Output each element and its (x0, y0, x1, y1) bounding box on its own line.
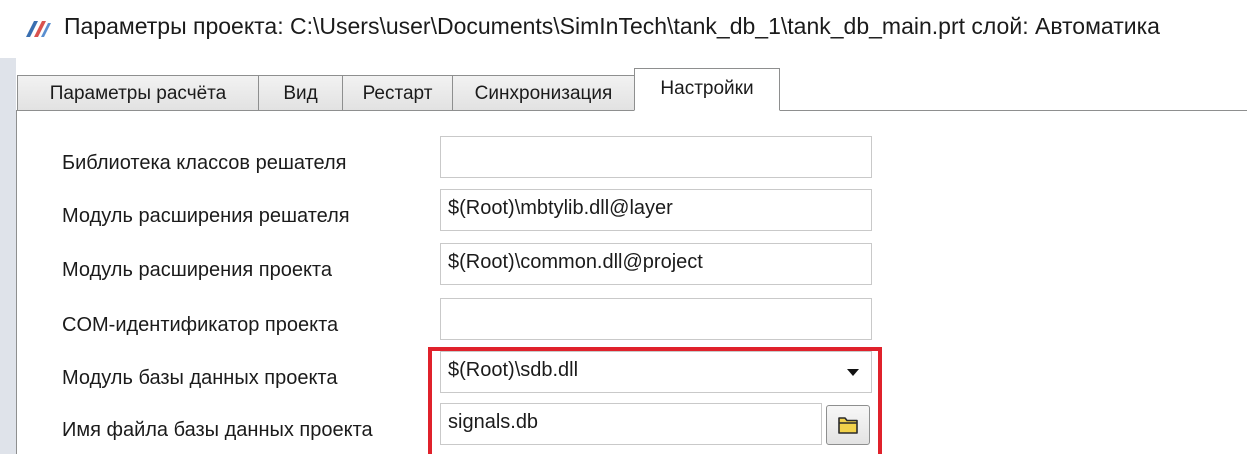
tab-calculation-params[interactable]: Параметры расчёта (17, 75, 259, 110)
project-db-module-select[interactable]: $(Root)\sdb.dll (440, 351, 872, 393)
window-title: Параметры проекта: C:\Users\user\Documen… (64, 13, 1160, 39)
solver-class-library-input[interactable] (440, 136, 872, 178)
solver-class-library-label: Библиотека классов решателя (62, 152, 347, 174)
project-extension-module-label: Модуль расширения проекта (62, 259, 332, 281)
project-db-module-label: Модуль базы данных проекта (62, 367, 338, 389)
chevron-down-icon[interactable] (847, 369, 859, 376)
window-titlebar: Параметры проекта: C:\Users\user\Documen… (0, 0, 1247, 58)
browse-file-button[interactable] (826, 405, 870, 445)
simintech-app-icon (26, 21, 51, 37)
folder-icon (838, 417, 858, 434)
project-com-id-input[interactable] (440, 298, 872, 340)
solver-extension-module-input[interactable]: $(Root)\mbtylib.dll@layer (440, 189, 872, 231)
project-db-file-input[interactable]: signals.db (440, 403, 822, 445)
project-extension-module-input[interactable]: $(Root)\common.dll@project (440, 243, 872, 285)
tab-settings[interactable]: Настройки (634, 68, 780, 111)
solver-extension-module-label: Модуль расширения решателя (62, 205, 350, 227)
tab-view[interactable]: Вид (258, 75, 343, 110)
project-com-id-label: COM-идентификатор проекта (62, 314, 339, 336)
project-db-module-value: $(Root)\sdb.dll (448, 359, 579, 381)
project-db-file-label: Имя файла базы данных проекта (62, 419, 373, 441)
left-frame-edge (0, 58, 16, 454)
tab-synchronization[interactable]: Синхронизация (452, 75, 635, 110)
tab-restart[interactable]: Рестарт (342, 75, 453, 110)
